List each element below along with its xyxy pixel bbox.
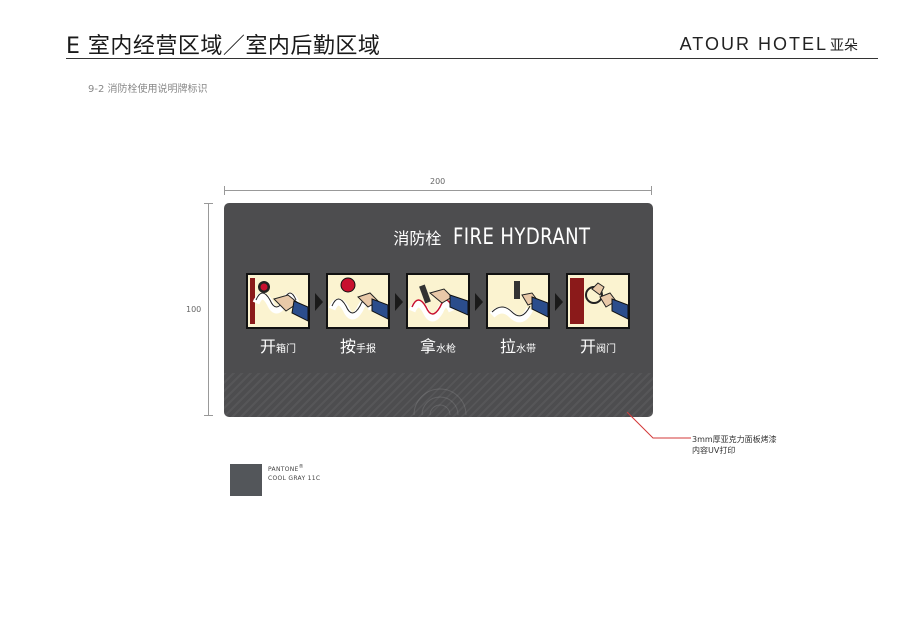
sign-title-en: FIRE HYDRANT	[453, 225, 591, 250]
brand-logo: ATOUR HOTEL 亚朵	[680, 34, 858, 55]
press-alarm-button-icon	[326, 273, 390, 329]
take-nozzle-icon	[406, 273, 470, 329]
arrow-right-icon	[555, 293, 563, 311]
instruction-steps: 开箱门 按手报 拿水枪 拉水带 开阀门	[246, 273, 636, 363]
brand-name-cn: 亚朵	[830, 38, 858, 54]
brand-name-en: ATOUR HOTEL	[679, 34, 828, 54]
step-open-cabinet: 开箱门	[246, 273, 310, 356]
swatch-name: COOL GRAY 11C	[268, 475, 321, 482]
open-cabinet-door-icon	[246, 273, 310, 329]
width-dimension-label: 200	[430, 177, 446, 186]
header-divider	[66, 58, 878, 59]
material-note: 3mm厚亚克力面板烤漆 内容UV打印	[692, 434, 777, 456]
width-dimension-line	[224, 186, 652, 195]
step-caption: 开箱门	[259, 337, 296, 356]
fire-hydrant-sign: 消防栓 FIRE HYDRANT 开箱门 按手报 拿水枪 拉水带 开阀门	[224, 203, 653, 417]
step-caption: 拿水枪	[419, 337, 456, 356]
step-caption: 拉水带	[499, 337, 536, 356]
step-caption: 开阀门	[579, 337, 616, 356]
section-label: 9-2 消防栓使用说明牌标识	[88, 84, 208, 95]
arrow-right-icon	[315, 293, 323, 311]
material-note-line2: 内容UV打印	[692, 446, 736, 455]
decorative-arc-icon	[413, 388, 467, 415]
step-pull-hose: 拉水带	[486, 273, 550, 356]
swatch-label: PANTONE® COOL GRAY 11C	[268, 463, 320, 483]
height-dimension-line	[204, 203, 213, 416]
step-take-nozzle: 拿水枪	[406, 273, 470, 356]
pull-hose-icon	[486, 273, 550, 329]
step-open-valve: 开阀门	[566, 273, 630, 356]
color-swatch	[230, 464, 262, 496]
sign-title-cn: 消防栓	[393, 229, 442, 248]
swatch-mark: ®	[298, 464, 304, 470]
page-title: E 室内经营区域／室内后勤区域	[66, 34, 381, 59]
step-caption: 按手报	[339, 337, 376, 356]
open-valve-icon	[566, 273, 630, 329]
sign-title: 消防栓 FIRE HYDRANT	[393, 225, 621, 250]
arrow-right-icon	[475, 293, 483, 311]
material-note-line1: 3mm厚亚克力面板烤漆	[692, 435, 777, 444]
arrow-right-icon	[395, 293, 403, 311]
annotation-leader-line	[627, 412, 691, 439]
swatch-brand: PANTONE	[268, 466, 299, 473]
height-dimension-label: 100	[186, 305, 202, 314]
step-press-alarm: 按手报	[326, 273, 390, 356]
